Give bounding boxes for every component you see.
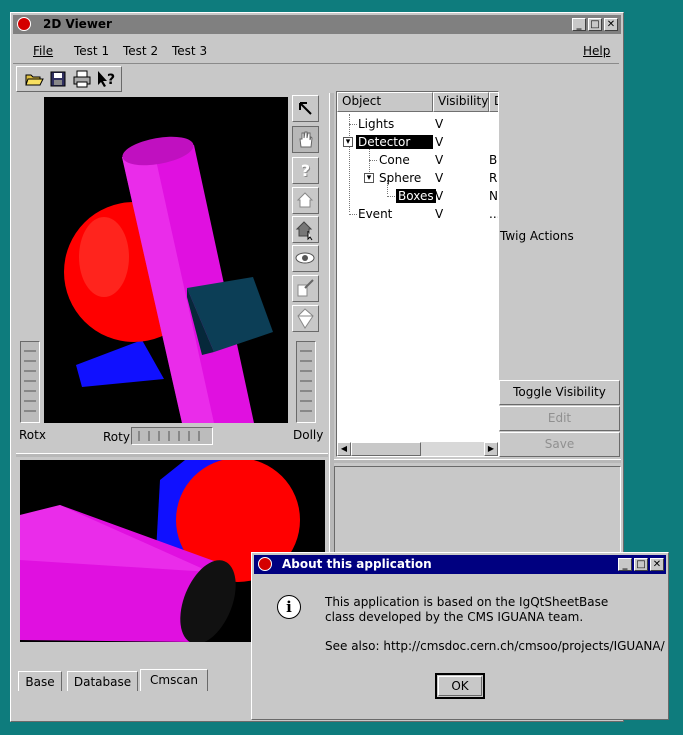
- tab-bar: Base Database Cmscan: [16, 669, 256, 691]
- menu-bar: File Test 1 Test 2 Test 3 Help: [13, 37, 619, 64]
- toggle-visibility-button[interactable]: Toggle Visibility: [499, 380, 620, 405]
- seek-icon[interactable]: [292, 275, 319, 302]
- dialog-title-bar[interactable]: About this application _ □ ✕: [254, 555, 666, 574]
- ok-button[interactable]: OK: [438, 676, 482, 696]
- help-question-icon[interactable]: ?: [292, 157, 319, 184]
- tree-item-visibility: V: [435, 207, 444, 221]
- viewer-tool-strip: ?: [292, 95, 322, 341]
- perspective-icon[interactable]: [292, 305, 319, 332]
- tree-item-visibility: V: [435, 135, 444, 149]
- scroll-left-arrow-icon[interactable]: ◀: [337, 442, 351, 456]
- dialog-minimize-button[interactable]: _: [618, 558, 632, 571]
- save-button[interactable]: Save: [499, 432, 620, 457]
- svg-text:?: ?: [107, 72, 115, 88]
- tree-item-cone[interactable]: Cone: [379, 153, 410, 167]
- tree-row[interactable]: ▾ Sphere V R: [337, 170, 498, 188]
- ok-button-focus-frame: OK: [435, 673, 485, 699]
- menu-test3[interactable]: Test 3: [172, 44, 207, 58]
- dialog-close-button[interactable]: ✕: [650, 558, 664, 571]
- tab-database[interactable]: Database: [67, 671, 138, 691]
- tree-item-visibility: V: [435, 117, 444, 131]
- pan-hand-icon[interactable]: [292, 126, 319, 153]
- tree-item-sphere[interactable]: Sphere: [379, 171, 421, 185]
- tree-item-boxes[interactable]: Boxes: [396, 189, 436, 203]
- menu-help[interactable]: Help: [583, 44, 610, 58]
- menu-test2[interactable]: Test 2: [123, 44, 158, 58]
- dialog-message-line1: This application is based on the IgQtShe…: [325, 595, 609, 609]
- tree-item-detail: B: [489, 153, 498, 167]
- tree-item-visibility: V: [435, 189, 444, 203]
- save-disk-icon[interactable]: [47, 68, 71, 92]
- open-folder-icon[interactable]: [23, 68, 47, 92]
- scrollbar-thumb[interactable]: [351, 442, 421, 456]
- viewer-3d-top[interactable]: [44, 97, 288, 423]
- main-title-bar[interactable]: 2D Viewer _ □ ✕: [13, 15, 621, 34]
- view-all-eye-icon[interactable]: [292, 245, 319, 272]
- tree-row[interactable]: Lights V: [337, 116, 498, 134]
- rotx-label: Rotx: [19, 428, 46, 442]
- home-icon[interactable]: [292, 187, 319, 214]
- rotx-slider[interactable]: [20, 341, 40, 423]
- tree-row[interactable]: ▾ Detector V: [337, 134, 498, 152]
- tree-item-visibility: V: [435, 171, 444, 185]
- tree-horizontal-scrollbar[interactable]: ◀ ▶: [337, 442, 498, 456]
- close-button[interactable]: ✕: [604, 18, 618, 31]
- about-dialog: About this application _ □ ✕ i This appl…: [251, 552, 669, 720]
- tree-item-event[interactable]: Event: [358, 207, 392, 221]
- maximize-button[interactable]: □: [588, 18, 602, 31]
- dialog-title: About this application: [282, 557, 432, 571]
- column-header-visibility[interactable]: Visibility: [433, 92, 489, 112]
- app-logo-icon: [258, 557, 272, 571]
- edit-button[interactable]: Edit: [499, 406, 620, 431]
- right-horizontal-splitter[interactable]: [334, 459, 621, 463]
- twig-actions-label: Twig Actions: [500, 229, 574, 243]
- tree-row[interactable]: Boxes V N: [337, 188, 498, 206]
- dialog-message-line2: class developed by the CMS IGUANA team.: [325, 610, 584, 624]
- expand-toggle-icon[interactable]: ▾: [343, 137, 353, 147]
- tree-row[interactable]: Cone V B: [337, 152, 498, 170]
- column-header-detail[interactable]: D: [489, 92, 498, 112]
- information-icon: i: [277, 595, 301, 619]
- tree-item-detail: ...: [489, 207, 498, 221]
- scroll-right-arrow-icon[interactable]: ▶: [484, 442, 498, 456]
- tree-item-detail: R: [489, 171, 498, 185]
- print-icon[interactable]: [71, 68, 95, 92]
- tree-item-visibility: V: [435, 153, 444, 167]
- app-logo-icon: [17, 17, 31, 31]
- left-horizontal-splitter[interactable]: [16, 453, 328, 457]
- object-tree-view: Object Visibility D Lights V ▾ Detector …: [336, 91, 499, 457]
- expand-toggle-icon[interactable]: ▾: [364, 173, 374, 183]
- toolbar: ?: [16, 66, 122, 92]
- roty-slider[interactable]: [131, 427, 213, 445]
- menu-test1[interactable]: Test 1: [74, 44, 109, 58]
- set-home-icon[interactable]: [292, 216, 319, 243]
- select-arrow-icon[interactable]: [292, 95, 319, 122]
- tree-item-detector[interactable]: Detector: [356, 135, 433, 149]
- main-window-title: 2D Viewer: [43, 17, 112, 31]
- tree-item-detail: N: [489, 189, 498, 203]
- tab-base[interactable]: Base: [18, 671, 62, 691]
- menu-file[interactable]: File: [33, 44, 53, 58]
- dolly-slider[interactable]: [296, 341, 316, 423]
- dolly-label: Dolly: [293, 428, 324, 442]
- dialog-message-link: See also: http://cmsdoc.cern.ch/cmsoo/pr…: [325, 639, 665, 653]
- dialog-maximize-button[interactable]: □: [634, 558, 648, 571]
- tab-cmscan[interactable]: Cmscan: [140, 669, 208, 691]
- whats-this-help-icon[interactable]: ?: [95, 68, 119, 92]
- minimize-button[interactable]: _: [572, 18, 586, 31]
- column-header-object[interactable]: Object: [337, 92, 433, 112]
- roty-label: Roty: [103, 430, 130, 444]
- tree-row[interactable]: Event V ...: [337, 206, 498, 224]
- tree-item-lights[interactable]: Lights: [358, 117, 394, 131]
